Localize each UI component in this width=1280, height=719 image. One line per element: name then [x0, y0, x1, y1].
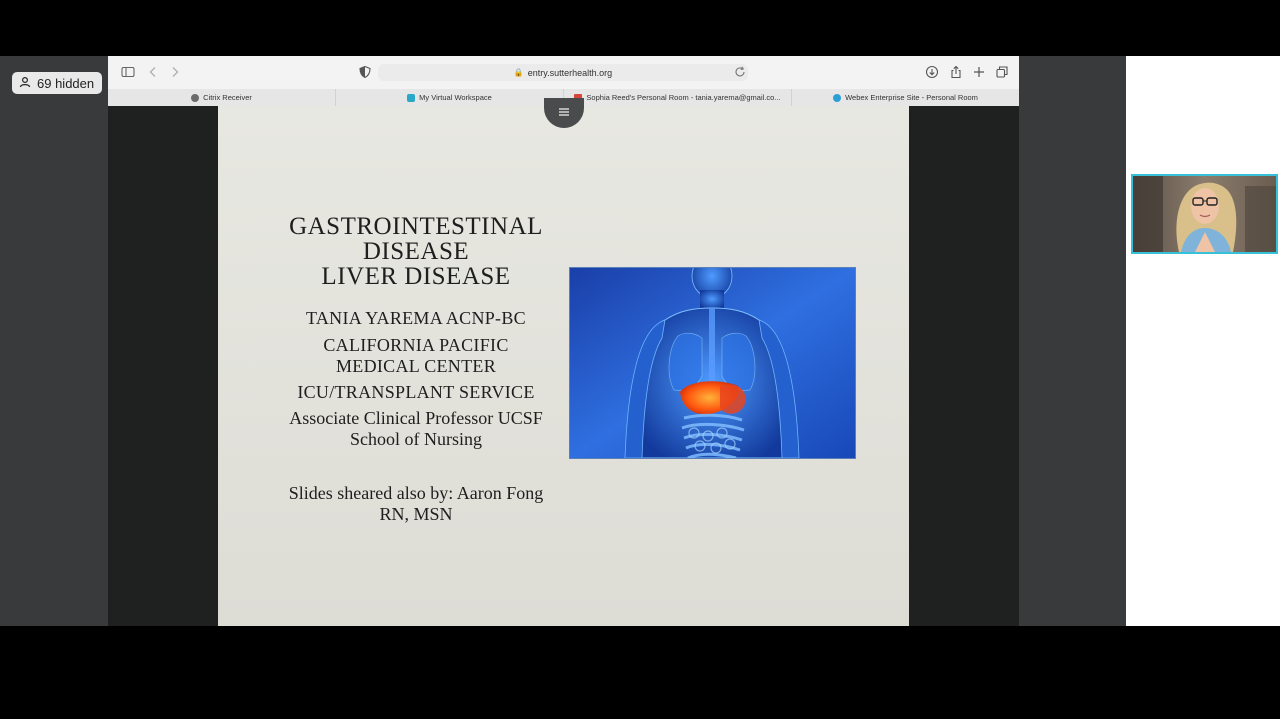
- professor-line: School of Nursing: [350, 429, 482, 449]
- webex-icon: [833, 93, 842, 102]
- tab-label: Citrix Receiver: [203, 93, 252, 102]
- presenter-name: TANIA YAREMA ACNP-BC: [306, 308, 526, 328]
- organization-line: CALIFORNIA PACIFIC: [323, 335, 509, 355]
- reload-icon[interactable]: [733, 65, 747, 79]
- hamburger-icon: [558, 104, 570, 122]
- organization: CALIFORNIA PACIFIC MEDICAL CENTER: [276, 335, 556, 377]
- tab-label: My Virtual Workspace: [419, 93, 492, 102]
- privacy-shield-icon[interactable]: [358, 65, 372, 79]
- participant-video-frame: [1133, 176, 1276, 252]
- hidden-participants-button[interactable]: 69 hidden: [12, 72, 103, 94]
- slide-title: GASTROINTESTINAL DISEASE LIVER DISEASE: [276, 214, 556, 289]
- lock-icon: 🔒: [513, 68, 524, 77]
- share-icon[interactable]: [949, 65, 963, 79]
- downloads-icon[interactable]: [925, 65, 939, 79]
- tab-my-virtual-workspace[interactable]: My Virtual Workspace: [336, 89, 564, 106]
- title-line: DISEASE: [362, 238, 470, 265]
- browser-toolbar: 🔒 entry.sutterhealth.org: [108, 56, 1019, 90]
- slide-credit: Slides sheared also by: Aaron Fong RN, M…: [276, 483, 556, 525]
- tab-label: Webex Enterprise Site - Personal Room: [845, 93, 978, 102]
- workspace-icon: [407, 93, 416, 102]
- forward-icon[interactable]: [168, 65, 182, 79]
- tab-webex[interactable]: Webex Enterprise Site - Personal Room: [792, 89, 1019, 106]
- tab-gmail[interactable]: Sophia Reed's Personal Room - tania.yare…: [564, 89, 792, 106]
- address-bar[interactable]: 🔒 entry.sutterhealth.org: [378, 64, 748, 81]
- url-text: entry.sutterhealth.org: [527, 67, 613, 78]
- digestive-system-illustration: [569, 253, 856, 460]
- tab-citrix-receiver[interactable]: Citrix Receiver: [108, 89, 336, 106]
- bottom-black-bar: [0, 626, 1280, 719]
- citrix-icon: [191, 93, 200, 102]
- professor-title: Associate Clinical Professor UCSF School…: [276, 408, 556, 450]
- credit-line: RN, MSN: [379, 504, 453, 524]
- service-name: ICU/TRANSPLANT SERVICE: [297, 382, 535, 402]
- top-black-bar: [0, 0, 1280, 56]
- title-line: LIVER DISEASE: [321, 263, 511, 290]
- sidebar-icon[interactable]: [121, 65, 135, 79]
- presentation-slide: GASTROINTESTINAL DISEASE LIVER DISEASE T…: [218, 106, 909, 626]
- person-icon: [19, 76, 31, 91]
- participant-video-thumbnail[interactable]: [1131, 174, 1278, 254]
- back-icon[interactable]: [146, 65, 160, 79]
- title-line: GASTROINTESTINAL: [289, 213, 543, 240]
- organization-line: MEDICAL CENTER: [335, 356, 497, 376]
- professor-line: Associate Clinical Professor UCSF: [289, 408, 543, 428]
- tab-label: Sophia Reed's Personal Room - tania.yare…: [586, 93, 781, 102]
- tab-overview-icon[interactable]: [995, 65, 1009, 79]
- hidden-participants-label: 69 hidden: [37, 75, 95, 91]
- credit-line: Slides sheared also by: Aaron Fong: [288, 483, 544, 503]
- new-tab-icon[interactable]: [972, 65, 986, 79]
- video-panel: [1126, 56, 1280, 626]
